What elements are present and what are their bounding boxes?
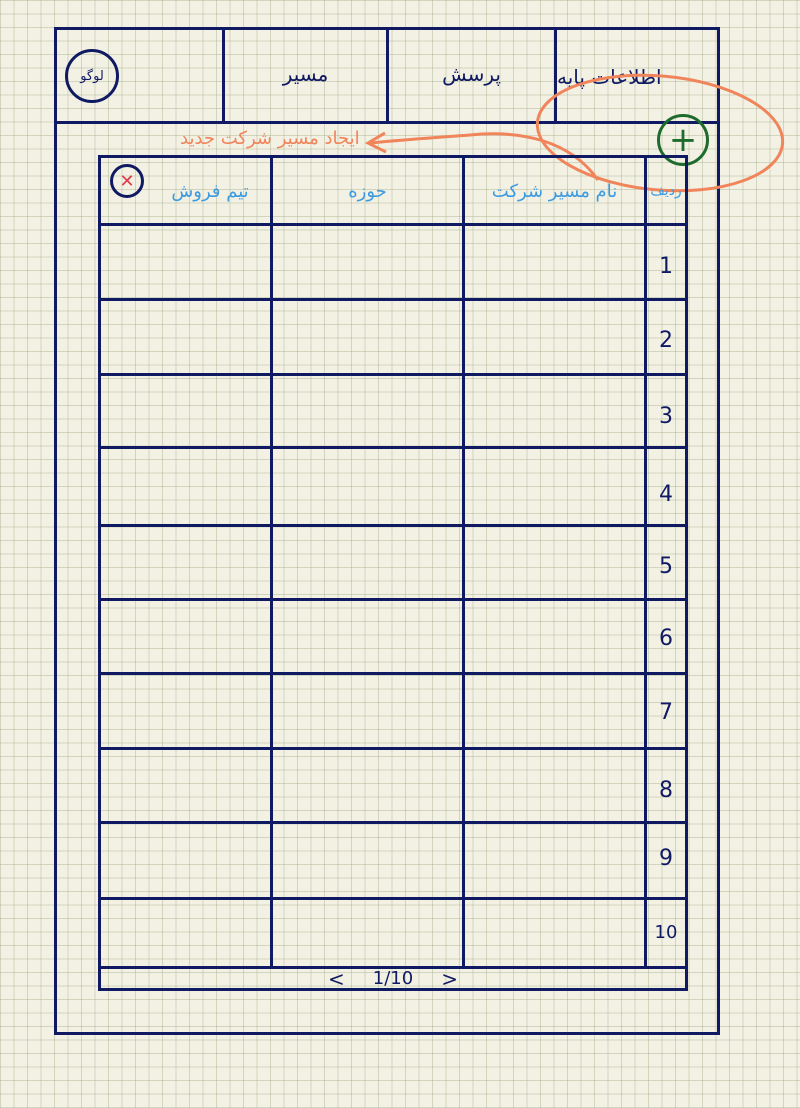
logo: لوگو [65, 49, 119, 103]
annotation-label: ایجاد مسیر شرکت جدید [180, 128, 360, 149]
row-divider [98, 672, 688, 675]
delete-button[interactable]: ✕ [110, 164, 144, 198]
prev-page-button[interactable]: < [328, 967, 345, 991]
row-number: 9 [659, 846, 673, 871]
row-divider [98, 747, 688, 750]
menu-item-question[interactable]: پرسش [389, 27, 554, 121]
menu-item-label: مسیر [282, 62, 329, 86]
row-number: 8 [659, 778, 673, 803]
column-header-row: ردیف [650, 183, 682, 199]
close-icon: ✕ [119, 170, 135, 192]
row-number: 3 [659, 404, 673, 429]
row-number: 6 [659, 626, 673, 651]
page-indicator: 1/10 [372, 968, 414, 989]
row-divider [98, 897, 688, 900]
row-divider [98, 598, 688, 601]
plus-icon: + [668, 120, 698, 160]
row-divider [98, 524, 688, 527]
menu-item-label: پرسش [442, 62, 501, 86]
route-table [98, 155, 688, 991]
menu-item-label: اطلاعات پایه [557, 65, 662, 89]
column-header-area: حوزه [348, 180, 387, 202]
row-number: 1 [659, 254, 673, 279]
row-number: 4 [659, 482, 673, 507]
menu-item-route[interactable]: مسیر [225, 27, 386, 121]
row-divider [98, 821, 688, 824]
row-divider [98, 298, 688, 301]
column-header-route-name: نام مسیر شرکت [491, 180, 618, 202]
pagination: < 1/10 > [98, 966, 688, 991]
row-divider [98, 223, 688, 226]
row-number: 7 [659, 700, 673, 725]
row-divider [98, 373, 688, 376]
row-number: 5 [659, 554, 673, 579]
row-number: 2 [659, 328, 673, 353]
logo-label: لوگو [80, 68, 104, 84]
row-divider [98, 446, 688, 449]
next-page-button[interactable]: > [441, 967, 458, 991]
column-divider [462, 155, 465, 968]
column-divider [644, 155, 647, 968]
column-header-sales-team: تیم فروش [171, 180, 249, 202]
menu-item-base-info[interactable]: اطلاعات پایه [557, 27, 717, 121]
column-divider [270, 155, 273, 968]
row-number: 10 [654, 922, 678, 943]
header-bar: مسیر پرسش اطلاعات پایه [54, 27, 720, 124]
